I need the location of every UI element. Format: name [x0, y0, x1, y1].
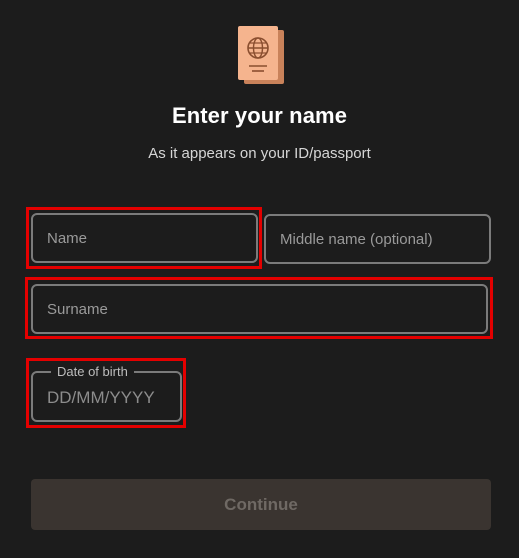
surname-field-container [31, 284, 488, 334]
passport-icon [236, 26, 284, 84]
surname-input[interactable] [33, 286, 486, 332]
dob-field-container: Date of birth [31, 363, 182, 422]
dob-label: Date of birth [51, 363, 134, 381]
page-title: Enter your name [171, 103, 348, 128]
continue-button[interactable]: Continue [31, 479, 491, 530]
middle-name-input[interactable] [266, 216, 489, 262]
page-subtitle: As it appears on your ID/passport [148, 145, 371, 162]
middle-name-field-container [264, 214, 491, 264]
name-input[interactable] [33, 215, 256, 261]
name-field-container [31, 213, 258, 263]
